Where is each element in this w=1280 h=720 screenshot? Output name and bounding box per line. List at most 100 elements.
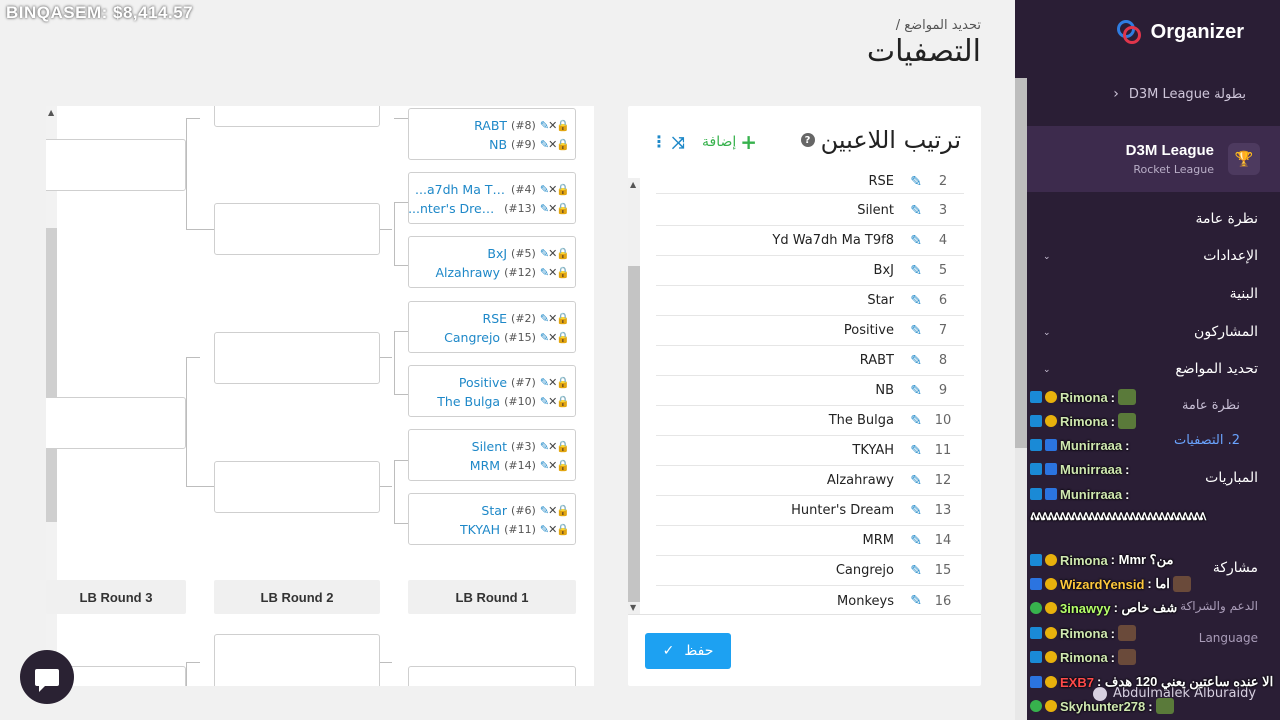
match-slot[interactable]: RSE (#2) ✎✕🔒 <box>483 309 570 328</box>
scroll-up-icon[interactable]: ▲ <box>48 108 54 117</box>
seed-row[interactable]: 3 ✎ Silent <box>656 196 964 226</box>
tournament-card[interactable]: 🏆 D3M League Rocket League <box>1015 126 1280 192</box>
seeding-scroll-thumb[interactable] <box>628 266 640 602</box>
lb-round1-match-4[interactable]: RSE (#2) ✎✕🔒 Cangrejo (#15) ✎✕🔒 <box>408 301 576 353</box>
pencil-icon[interactable]: ✎ <box>900 563 922 579</box>
lb-round3-match-1[interactable] <box>46 139 186 191</box>
pencil-icon[interactable]: ✎ <box>900 293 922 309</box>
match-slot[interactable]: MRM (#14) ✎✕🔒 <box>470 456 570 475</box>
lb-round1-match-5[interactable]: Positive (#7) ✎✕🔒 The Bulga (#10) ✎✕🔒 <box>408 365 576 417</box>
seed-row[interactable]: 12 ✎ Alzahrawy <box>656 466 964 496</box>
seed-row[interactable]: 6 ✎ Star <box>656 286 964 316</box>
edit-remove-lock-icons[interactable]: ✎✕🔒 <box>540 247 570 260</box>
chat-support-button[interactable] <box>20 650 74 704</box>
pencil-icon[interactable]: ✎ <box>900 203 922 219</box>
match-slot[interactable]: Alzahrawy (#12) ✎✕🔒 <box>435 263 570 282</box>
save-button[interactable]: حفظ ✓ <box>645 633 731 669</box>
seed-row[interactable]: 15 ✎ Cangrejo <box>656 556 964 586</box>
pencil-icon[interactable]: ✎ <box>900 383 922 399</box>
match-slot[interactable]: RABT (#8) ✎✕🔒 <box>474 116 570 135</box>
match-slot[interactable]: Star (#6) ✎✕🔒 <box>481 501 570 520</box>
lb-round1-match-7[interactable]: Star (#6) ✎✕🔒 TKYAH (#11) ✎✕🔒 <box>408 493 576 545</box>
seed-row[interactable]: 14 ✎ MRM <box>656 526 964 556</box>
pencil-icon[interactable]: ✎ <box>900 233 922 249</box>
edit-remove-lock-icons[interactable]: ✎✕🔒 <box>540 183 570 196</box>
edit-remove-lock-icons[interactable]: ✎✕🔒 <box>540 440 570 453</box>
shuffle-icon[interactable]: ⤨ <box>672 133 685 153</box>
lb-round1-match-1[interactable]: RABT (#8) ✎✕🔒 NB (#9) ✎✕🔒 <box>408 108 576 160</box>
lb-round1-match-8[interactable] <box>408 666 576 686</box>
match-slot[interactable]: ...a7dh Ma T9f8 (#4) ✎✕🔒 <box>415 180 570 199</box>
chevron-down-icon[interactable]: ⌄ <box>1043 252 1051 262</box>
lb-round2-match-1[interactable] <box>214 106 380 127</box>
lb-round2-match-2[interactable] <box>214 203 380 255</box>
match-slot[interactable]: Cangrejo (#15) ✎✕🔒 <box>444 328 570 347</box>
edit-remove-lock-icons[interactable]: ✎✕🔒 <box>540 459 570 472</box>
edit-remove-lock-icons[interactable]: ✎✕🔒 <box>540 266 570 279</box>
nav-settings[interactable]: الإعدادات <box>1203 248 1258 264</box>
edit-remove-lock-icons[interactable]: ✎✕🔒 <box>540 504 570 517</box>
pencil-icon[interactable]: ✎ <box>900 473 922 489</box>
seed-row[interactable]: 9 ✎ NB <box>656 376 964 406</box>
match-slot[interactable]: The Bulga (#10) ✎✕🔒 <box>437 392 570 411</box>
seed-row[interactable]: 13 ✎ Hunter's Dream <box>656 496 964 526</box>
lb-round2-match-5[interactable] <box>214 634 380 686</box>
match-slot[interactable]: NB (#9) ✎✕🔒 <box>489 135 570 154</box>
seed-row[interactable]: 2 ✎ RSE <box>656 170 964 194</box>
edit-remove-lock-icons[interactable]: ✎✕🔒 <box>540 395 570 408</box>
bracket-scroll-thumb[interactable] <box>46 228 57 522</box>
match-slot[interactable]: Positive (#7) ✎✕🔒 <box>459 373 570 392</box>
lb-round3-match-2[interactable] <box>46 397 186 449</box>
edit-remove-lock-icons[interactable]: ✎✕🔒 <box>540 312 570 325</box>
chevron-down-icon[interactable]: ⌄ <box>1043 328 1051 338</box>
emote-icon <box>1118 649 1137 665</box>
page-scroll-thumb[interactable] <box>1015 78 1027 448</box>
edit-remove-lock-icons[interactable]: ✎✕🔒 <box>540 119 570 132</box>
seed-row[interactable]: 5 ✎ BxJ <box>656 256 964 286</box>
lb-round2-match-4[interactable] <box>214 461 380 513</box>
nav-structure[interactable]: البنية <box>1230 286 1258 302</box>
match-slot[interactable]: Silent (#3) ✎✕🔒 <box>472 437 570 456</box>
pencil-icon[interactable]: ✎ <box>900 533 922 549</box>
nav-overview[interactable]: نظرة عامة <box>1195 211 1258 227</box>
lb-round2-match-3[interactable] <box>214 332 380 384</box>
kebab-menu-icon[interactable]: ⋮ <box>651 132 667 151</box>
seed-row[interactable]: 7 ✎ Positive <box>656 316 964 346</box>
edit-remove-lock-icons[interactable]: ✎✕🔒 <box>540 202 570 215</box>
seed-row[interactable]: 11 ✎ TKYAH <box>656 436 964 466</box>
chevron-down-icon[interactable]: ⌄ <box>1043 365 1051 375</box>
edit-remove-lock-icons[interactable]: ✎✕🔒 <box>540 138 570 151</box>
pencil-icon[interactable]: ✎ <box>900 174 922 190</box>
back-to-tournament-link[interactable]: بطولة D3M League ‹ <box>1113 86 1246 102</box>
pencil-icon[interactable]: ✎ <box>900 263 922 279</box>
pencil-icon[interactable]: ✎ <box>900 323 922 339</box>
nav-participants[interactable]: المشاركون <box>1194 324 1258 340</box>
help-icon[interactable]: ? <box>800 133 815 147</box>
match-slot[interactable]: ...nter's Dream (#13) ✎✕🔒 <box>408 199 570 218</box>
page-scrollbar[interactable] <box>1015 78 1027 720</box>
brand[interactable]: Organizer <box>1115 18 1244 46</box>
lb-round1-match-2[interactable]: ...a7dh Ma T9f8 (#4) ✎✕🔒 ...nter's Dream (#… <box>408 172 576 224</box>
nav-placement[interactable]: تحديد المواضع <box>1175 361 1258 377</box>
edit-remove-lock-icons[interactable]: ✎✕🔒 <box>540 376 570 389</box>
breadcrumb[interactable]: تحديد المواضع / <box>896 18 981 33</box>
add-participant-button[interactable]: + إضافة <box>702 132 757 152</box>
seeding-scrollbar[interactable]: ▲ ▼ <box>628 178 640 614</box>
edit-remove-lock-icons[interactable]: ✎✕🔒 <box>540 523 570 536</box>
scroll-down-icon[interactable]: ▼ <box>630 603 636 612</box>
pencil-icon[interactable]: ✎ <box>900 413 922 429</box>
match-slot[interactable]: TKYAH (#11) ✎✕🔒 <box>460 520 570 539</box>
pencil-icon[interactable]: ✎ <box>900 443 922 459</box>
lb-round1-match-6[interactable]: Silent (#3) ✎✕🔒 MRM (#14) ✎✕🔒 <box>408 429 576 481</box>
seed-row[interactable]: 4 ✎ Yd Wa7dh Ma T9f8 <box>656 226 964 256</box>
pencil-icon[interactable]: ✎ <box>900 503 922 519</box>
seed-row[interactable]: 8 ✎ RABT <box>656 346 964 376</box>
seed-row[interactable]: 16 ✎ Monkeys <box>656 586 964 616</box>
edit-remove-lock-icons[interactable]: ✎✕🔒 <box>540 331 570 344</box>
seed-row[interactable]: 10 ✎ The Bulga <box>656 406 964 436</box>
pencil-icon[interactable]: ✎ <box>900 593 922 609</box>
scroll-up-icon[interactable]: ▲ <box>630 180 636 189</box>
lb-round1-match-3[interactable]: BxJ (#5) ✎✕🔒 Alzahrawy (#12) ✎✕🔒 <box>408 236 576 288</box>
pencil-icon[interactable]: ✎ <box>900 353 922 369</box>
match-slot[interactable]: BxJ (#5) ✎✕🔒 <box>487 244 570 263</box>
